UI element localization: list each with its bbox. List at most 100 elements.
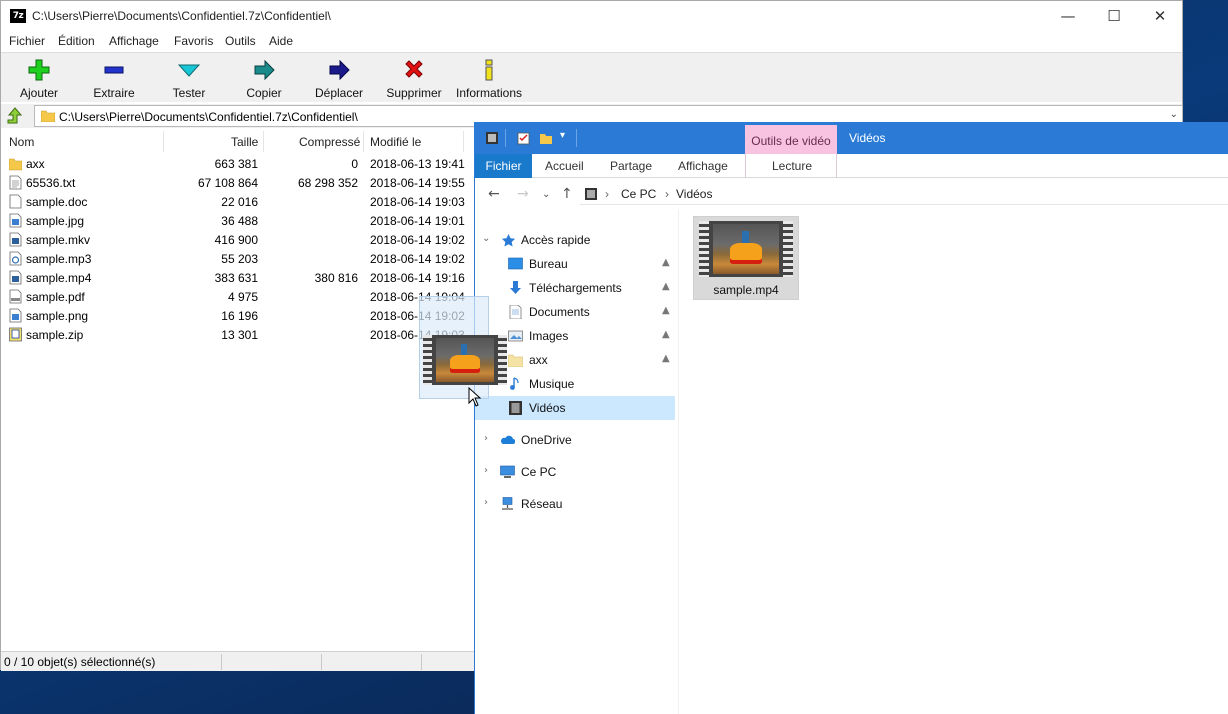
up-folder-icon[interactable] <box>5 106 25 126</box>
menu-aide[interactable]: Aide <box>269 34 293 48</box>
nav-label: Ce PC <box>521 465 557 479</box>
customize-toolbar-icon[interactable]: ▾ <box>560 130 565 141</box>
file-modified: 2018-06-14 19:55 <box>370 176 465 190</box>
nav-label: Documents <box>529 305 590 319</box>
mouse-cursor-icon <box>468 387 482 407</box>
nav-item-videos[interactable]: Vidéos <box>475 396 675 420</box>
file-name: sample.mp4 <box>26 271 92 285</box>
extract-button[interactable]: Extraire <box>79 57 149 101</box>
file-row[interactable]: axx 663 381 0 2018-06-13 19:41 <box>1 154 476 173</box>
file-row[interactable]: 65536.txt 67 108 864 68 298 352 2018-06-… <box>1 173 476 192</box>
nav-onedrive[interactable]: › OneDrive <box>475 428 675 452</box>
delete-button[interactable]: Supprimer <box>379 57 449 101</box>
address-box[interactable]: › Ce PC › Vidéos <box>580 183 1228 205</box>
film-perforation <box>782 221 793 277</box>
zip-file-icon <box>9 327 22 342</box>
copy-button[interactable]: Copier <box>229 57 299 101</box>
image-file-icon <box>9 213 22 228</box>
chevron-down-icon[interactable]: ⌄ <box>1170 109 1178 120</box>
recent-locations-chevron-icon[interactable]: ⌄ <box>542 189 550 200</box>
file-row[interactable]: sample.mp4 383 631 380 816 2018-06-14 19… <box>1 268 476 287</box>
back-arrow-icon[interactable]: ← <box>488 186 500 202</box>
pane-divider[interactable] <box>678 209 679 714</box>
menu-edition[interactable]: Édition <box>58 34 95 48</box>
forward-arrow-icon[interactable]: → <box>517 186 529 202</box>
toy-body <box>450 354 480 374</box>
tab-partage[interactable]: Partage <box>610 159 652 173</box>
tab-accueil[interactable]: Accueil <box>545 159 584 173</box>
minus-icon <box>104 66 124 74</box>
video-library-icon <box>585 188 597 200</box>
minimize-button[interactable]: — <box>1045 1 1091 32</box>
chevron-right-icon[interactable]: › <box>484 465 488 476</box>
file-modified: 2018-06-14 19:01 <box>370 214 465 228</box>
tab-fichier[interactable]: Fichier <box>475 154 532 178</box>
file-name: sample.mp3 <box>26 252 92 266</box>
file-size: 22 016 <box>221 195 258 209</box>
window-title: Vidéos <box>849 131 886 145</box>
chevron-down-icon[interactable]: ⌄ <box>482 233 490 244</box>
move-button[interactable]: Déplacer <box>304 57 374 101</box>
video-folder-icon <box>486 132 498 144</box>
file-row[interactable]: sample.zip 13 301 2018-06-14 19:03 <box>1 325 476 344</box>
menu-favoris[interactable]: Favoris <box>174 34 213 48</box>
menu-fichier[interactable]: Fichier <box>9 34 45 48</box>
properties-icon[interactable] <box>517 131 531 145</box>
file-modified: 2018-06-13 19:41 <box>370 157 465 171</box>
file-row[interactable]: sample.jpg 36 488 2018-06-14 19:01 <box>1 211 476 230</box>
add-label: Ajouter <box>19 86 59 100</box>
pin-icon[interactable]: ▲ <box>662 281 670 292</box>
nav-this-pc[interactable]: › Ce PC <box>475 460 675 484</box>
tab-lecture[interactable]: Lecture <box>772 159 812 173</box>
nav-item-bureau[interactable]: Bureau ▲ <box>475 252 675 276</box>
breadcrumb-separator-icon[interactable]: › <box>605 187 609 201</box>
nav-item-telechargements[interactable]: Téléchargements ▲ <box>475 276 675 300</box>
column-name[interactable]: Nom <box>9 135 34 149</box>
file-name: sample.jpg <box>26 214 85 228</box>
column-divider[interactable] <box>163 131 164 152</box>
plus-icon <box>28 59 50 81</box>
file-item-selected[interactable]: sample.mp4 <box>693 216 799 300</box>
test-button[interactable]: Tester <box>154 57 224 101</box>
nav-network[interactable]: › Réseau <box>475 492 675 516</box>
maximize-button[interactable]: ☐ <box>1091 1 1137 32</box>
music-icon <box>510 377 519 390</box>
menu-outils[interactable]: Outils <box>225 34 256 48</box>
nav-item-documents[interactable]: Documents ▲ <box>475 300 675 324</box>
info-button[interactable]: Informations <box>454 57 524 101</box>
column-packed[interactable]: Compressé <box>299 135 360 149</box>
new-folder-icon[interactable] <box>539 131 553 145</box>
close-button[interactable]: ✕ <box>1137 1 1183 32</box>
file-row[interactable]: sample.pdf 4 975 2018-06-14 19:04 <box>1 287 476 306</box>
tab-affichage[interactable]: Affichage <box>678 159 728 173</box>
add-button[interactable]: Ajouter <box>4 57 74 101</box>
pin-icon[interactable]: ▲ <box>662 353 670 364</box>
column-modified[interactable]: Modifié le <box>370 135 421 149</box>
pin-icon[interactable]: ▲ <box>662 257 670 268</box>
file-size: 13 301 <box>221 328 258 342</box>
pin-icon[interactable]: ▲ <box>662 329 670 340</box>
status-divider <box>321 654 322 670</box>
pin-icon[interactable]: ▲ <box>662 305 670 316</box>
breadcrumb-separator-icon[interactable]: › <box>665 187 669 201</box>
file-packed: 380 816 <box>314 271 358 285</box>
column-divider[interactable] <box>463 131 464 152</box>
desktop-icon <box>508 257 523 270</box>
column-divider[interactable] <box>263 131 264 152</box>
up-arrow-icon[interactable]: ↑ <box>561 186 573 202</box>
breadcrumb-videos[interactable]: Vidéos <box>676 187 712 201</box>
breadcrumb-ce-pc[interactable]: Ce PC <box>621 187 656 201</box>
file-row[interactable]: sample.mp3 55 203 2018-06-14 19:02 <box>1 249 476 268</box>
menu-affichage[interactable]: Affichage <box>109 34 159 48</box>
chevron-right-icon[interactable]: › <box>484 497 488 508</box>
network-icon <box>502 497 513 510</box>
column-size[interactable]: Taille <box>231 135 258 149</box>
file-row[interactable]: sample.doc 22 016 2018-06-14 19:03 <box>1 192 476 211</box>
column-divider[interactable] <box>363 131 364 152</box>
file-row[interactable]: sample.png 16 196 2018-06-14 19:02 <box>1 306 476 325</box>
nav-label: OneDrive <box>521 433 572 447</box>
file-size: 383 631 <box>214 271 258 285</box>
chevron-right-icon[interactable]: › <box>484 433 488 444</box>
file-row[interactable]: sample.mkv 416 900 2018-06-14 19:02 <box>1 230 476 249</box>
nav-quick-access[interactable]: ⌄ Accès rapide <box>475 228 675 252</box>
